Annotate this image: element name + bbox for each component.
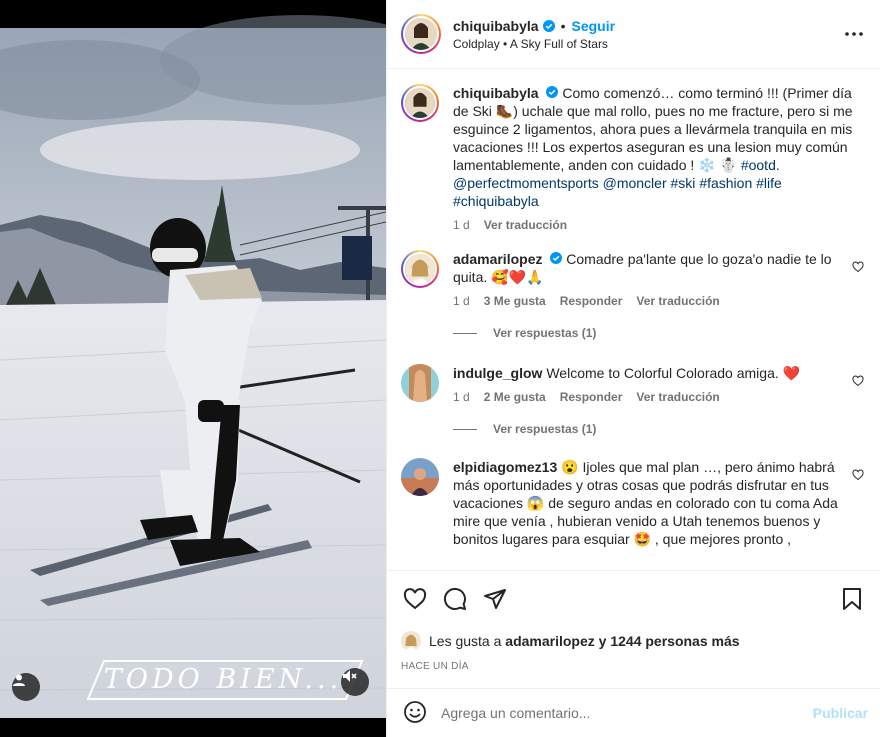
comment-likes[interactable]: 2 Me gusta [484,390,546,404]
post-caption: chiquibabyla Como comenzó… como terminó … [401,84,864,232]
post-video[interactable]: TODO BIEN... [0,0,386,737]
comment-username[interactable]: elpidiagomez13 [453,459,557,475]
commenter-avatar[interactable] [401,458,439,496]
comment-item: indulge_glow Welcome to Colorful Colorad… [401,364,864,404]
caption-username[interactable]: chiquibabyla [453,85,539,101]
view-replies-label: Ver respuestas (1) [493,422,597,436]
caption-text: chiquibabyla Como comenzó… como terminó … [453,84,864,210]
comment-input[interactable] [441,705,813,721]
likes-prefix: Les gusta a [429,633,506,649]
comment-time[interactable]: 1 d [453,390,470,404]
tagged-users-button[interactable] [12,673,40,701]
comment-like-heart-icon[interactable] [852,468,864,484]
comment-bubble-icon[interactable] [441,585,469,613]
hashtag-chiquibabyla[interactable]: #chiquibabyla [453,193,539,209]
comment-composer: Publicar [387,688,880,737]
reply-button[interactable]: Responder [560,294,623,308]
user-icon [13,674,25,686]
comment-item: adamarilopez Comadre pa'lante que lo goz… [401,250,864,308]
author-photo [405,18,437,50]
likes-user[interactable]: adamarilopez [505,633,594,649]
caption-meta: 1 d Ver traducción [453,218,864,232]
ski-boot-icon: 🥾 [495,103,514,119]
caption-translate-link[interactable]: Ver traducción [484,218,567,232]
comment-time[interactable]: 1 d [453,294,470,308]
follow-button[interactable]: Seguir [571,18,615,34]
caption-time[interactable]: 1 d [453,218,470,232]
post-details-panel: chiquibabyla • Seguir Coldplay • A Sky F… [386,0,880,737]
likes-summary[interactable]: Les gusta a adamarilopez y 1244 personas… [401,631,866,651]
comment-like-heart-icon[interactable] [852,260,864,276]
comment-like-heart-icon[interactable] [852,374,864,390]
mention-perfectmomentsports[interactable]: @perfectmomentsports [453,175,599,191]
commenter-avatar[interactable] [401,250,439,288]
hashtag-ootd[interactable]: #ootd [741,157,776,173]
like-heart-icon[interactable] [401,585,429,613]
post-header: chiquibabyla • Seguir Coldplay • A Sky F… [387,0,880,69]
caption-part-c: . [775,157,780,173]
post-actions: Les gusta a adamarilopez y 1244 personas… [387,570,880,672]
hashtag-fashion[interactable]: #fashion [699,175,752,191]
mute-button[interactable] [341,668,369,696]
author-avatar[interactable] [401,14,441,54]
translate-link[interactable]: Ver traducción [636,294,719,308]
comment-likes[interactable]: 3 Me gusta [484,294,546,308]
separator-dot: • [560,17,566,34]
caption-avatar[interactable] [401,84,439,122]
comment-item: elpidiagomez13 😮 Ijoles que mal plan …, … [401,458,864,548]
video-frame [0,0,386,718]
view-replies-button[interactable]: Ver respuestas (1) [453,326,864,340]
emoji-picker-icon[interactable] [403,700,427,727]
view-replies-button[interactable]: Ver respuestas (1) [453,422,864,436]
verified-badge-icon [550,252,563,264]
replies-divider [453,428,477,430]
comment-username[interactable]: adamarilopez [453,251,542,267]
mention-moncler[interactable]: @moncler [603,175,667,191]
hashtag-life[interactable]: #life [756,175,782,191]
verified-badge-icon [542,19,555,32]
author-username[interactable]: chiquibabyla [453,18,539,34]
audio-attribution[interactable]: Coldplay • A Sky Full of Stars [453,37,842,51]
liker-avatar [401,631,421,651]
comments-list[interactable]: chiquibabyla Como comenzó… como terminó … [387,70,880,570]
post-date[interactable]: HACE UN DÍA [401,661,866,672]
caption-part-b: ) uchale que mal rollo, pues no me fract… [453,103,853,173]
commenter-avatar[interactable] [401,364,439,402]
view-replies-label: Ver respuestas (1) [493,326,597,340]
hashtag-ski[interactable]: #ski [671,175,696,191]
verified-badge-icon [546,86,559,98]
comment-text: Welcome to Colorful Colorado amiga. ❤️ [546,365,801,381]
video-text-overlay: TODO BIEN... [103,663,343,695]
reply-button[interactable]: Responder [560,390,623,404]
replies-divider [453,332,477,334]
instagram-post-modal: TODO BIEN... chiquibabyla • Seguir Coldp… [0,0,880,737]
share-paper-plane-icon[interactable] [481,585,509,613]
post-comment-button[interactable]: Publicar [813,705,868,721]
more-options-icon[interactable] [842,22,866,46]
audio-muted-icon [343,670,357,682]
comment-username[interactable]: indulge_glow [453,365,542,381]
save-bookmark-icon[interactable] [838,585,866,613]
likes-suffix[interactable]: y 1244 personas más [595,633,740,649]
translate-link[interactable]: Ver traducción [636,390,719,404]
